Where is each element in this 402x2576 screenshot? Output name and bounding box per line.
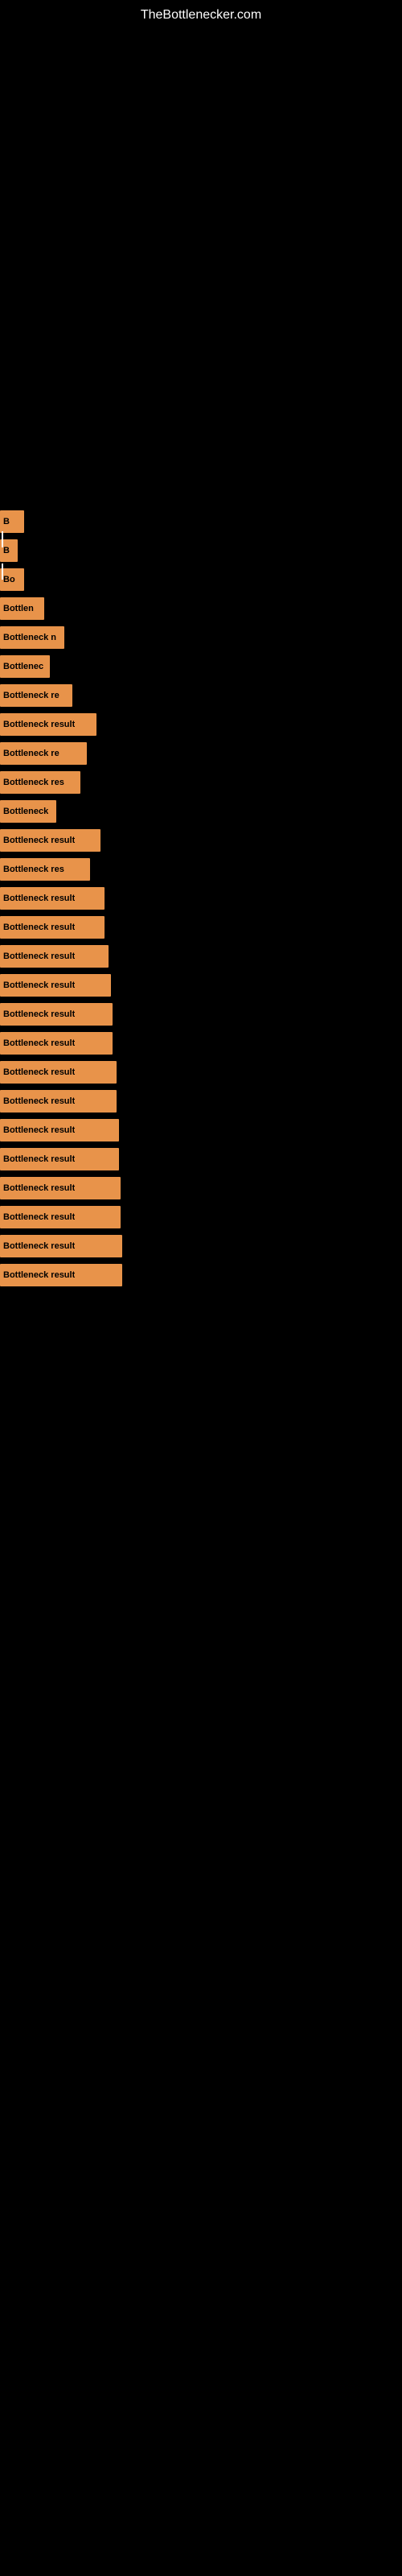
bar-row: Bottleneck result [0,1234,402,1258]
bottleneck-bar-26: Bottleneck result [0,1235,122,1257]
bottleneck-bar-15: Bottleneck result [0,916,105,939]
bar-label-26: Bottleneck result [3,1241,75,1251]
bar-label-18: Bottleneck result [3,1009,75,1019]
bar-label-1: B [3,517,10,526]
bar-label-9: Bottleneck re [3,749,59,758]
bar-label-12: Bottleneck result [3,836,75,845]
bottleneck-bar-8: Bottleneck result [0,713,96,736]
bar-row: Bottleneck result [0,886,402,910]
bar-row: Bottleneck res [0,770,402,795]
bottleneck-bar-4: Bottlen [0,597,44,620]
bar-row: Bottleneck result [0,1176,402,1200]
bars-container: B B Bo Bottlen Bottleneck n Bottlenec Bottlene… [0,510,402,1287]
bottleneck-bar-21: Bottleneck result [0,1090,117,1113]
bottleneck-bar-27: Bottleneck result [0,1264,122,1286]
bar-row: Bottleneck result [0,915,402,939]
bar-label-2: B [3,546,10,555]
bar-label-14: Bottleneck result [3,894,75,903]
bar-label-7: Bottleneck re [3,691,59,700]
bar-row: Bottleneck [0,799,402,824]
bar-label-3: Bo [3,575,15,584]
bar-row: Bottleneck re [0,741,402,766]
bar-row: Bottleneck n [0,625,402,650]
bottleneck-bar-23: Bottleneck result [0,1148,119,1170]
bar-row: Bottleneck re [0,683,402,708]
bottleneck-bar-25: Bottleneck result [0,1206,121,1228]
bottleneck-bar-12: Bottleneck result [0,829,100,852]
bottleneck-bar-3: Bo [0,568,24,591]
bar-label-22: Bottleneck result [3,1125,75,1135]
bar-row: Bottleneck result [0,1002,402,1026]
bar-label-19: Bottleneck result [3,1038,75,1048]
bottleneck-bar-18: Bottleneck result [0,1003,113,1026]
bar-label-23: Bottleneck result [3,1154,75,1164]
bottleneck-bar-19: Bottleneck result [0,1032,113,1055]
bar-row: Bottleneck result [0,712,402,737]
bottleneck-bar-9: Bottleneck re [0,742,87,765]
bottleneck-bar-20: Bottleneck result [0,1061,117,1084]
bar-row: Bottleneck result [0,1089,402,1113]
bar-row: Bottleneck result [0,828,402,852]
bottleneck-bar-5: Bottleneck n [0,626,64,649]
bar-label-20: Bottleneck result [3,1067,75,1077]
bottleneck-bar-11: Bottleneck [0,800,56,823]
bottleneck-bar-6: Bottlenec [0,655,50,678]
bottleneck-bar-24: Bottleneck result [0,1177,121,1199]
site-title-text: TheBottlenecker.com [0,0,402,27]
bottleneck-bar-10: Bottleneck res [0,771,80,794]
bottleneck-bar-13: Bottleneck res [0,858,90,881]
bar-row: Bottleneck result [0,1060,402,1084]
bar-row: Bottlenec [0,654,402,679]
bar-label-10: Bottleneck res [3,778,64,787]
bottleneck-bar-22: Bottleneck result [0,1119,119,1141]
bar-row: Bottleneck result [0,1118,402,1142]
bar-label-17: Bottleneck result [3,980,75,990]
bar-label-4: Bottlen [3,604,34,613]
bottleneck-bar-1: B [0,510,24,533]
bar-label-6: Bottlenec [3,662,43,671]
bar-row: Bottleneck result [0,944,402,968]
bar-label-25: Bottleneck result [3,1212,75,1222]
bottleneck-bar-14: Bottleneck result [0,887,105,910]
bar-row: Bottleneck res [0,857,402,881]
bar-row: Bottleneck result [0,973,402,997]
bar-label-5: Bottleneck n [3,633,56,642]
bar-label-21: Bottleneck result [3,1096,75,1106]
bar-row: Bottleneck result [0,1031,402,1055]
bar-row: B [0,539,402,563]
bar-row: Bottleneck result [0,1147,402,1171]
bar-label-8: Bottleneck result [3,720,75,729]
bar-row: Bo [0,568,402,592]
bar-label-16: Bottleneck result [3,952,75,961]
bar-label-11: Bottleneck [3,807,48,816]
bar-label-27: Bottleneck result [3,1270,75,1280]
bar-label-13: Bottleneck res [3,865,64,874]
bottleneck-bar-17: Bottleneck result [0,974,111,997]
bar-label-24: Bottleneck result [3,1183,75,1193]
bottleneck-bar-16: Bottleneck result [0,945,109,968]
bar-row: B [0,510,402,534]
bar-row: Bottlen [0,597,402,621]
cursor-line-1 [2,531,3,547]
bottleneck-bar-7: Bottleneck re [0,684,72,707]
bar-row: Bottleneck result [0,1263,402,1287]
bar-label-15: Bottleneck result [3,923,75,932]
cursor-line-2 [2,564,3,580]
bar-row: Bottleneck result [0,1205,402,1229]
